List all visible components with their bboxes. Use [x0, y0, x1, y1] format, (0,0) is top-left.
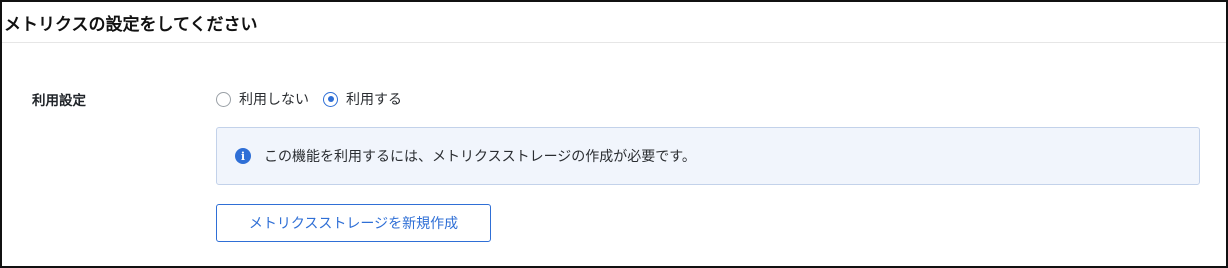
radio-option-enable-label: 利用する — [346, 92, 402, 108]
create-metrics-storage-button[interactable]: メトリクスストレージを新規作成 — [216, 204, 491, 242]
radio-unchecked-icon[interactable] — [216, 91, 231, 107]
usage-radio-group: 利用しない 利用する — [216, 89, 416, 109]
radio-option-enable[interactable]: 利用する — [323, 89, 402, 109]
info-circle-icon: i — [235, 148, 251, 164]
panel-header: メトリクスの設定をしてください — [2, 2, 1226, 43]
metrics-settings-panel: メトリクスの設定をしてください 利用設定 利用しない 利用する i この機能を利… — [0, 0, 1228, 268]
info-message-text: この機能を利用するには、メトリクスストレージの作成が必要です。 — [264, 149, 696, 165]
info-message-box: i この機能を利用するには、メトリクスストレージの作成が必要です。 — [216, 127, 1200, 185]
usage-setting-label: 利用設定 — [32, 93, 86, 109]
radio-option-disable[interactable]: 利用しない — [216, 89, 309, 109]
panel-title: メトリクスの設定をしてください — [4, 14, 258, 35]
radio-option-disable-label: 利用しない — [239, 92, 309, 108]
radio-checked-icon[interactable] — [323, 91, 338, 107]
